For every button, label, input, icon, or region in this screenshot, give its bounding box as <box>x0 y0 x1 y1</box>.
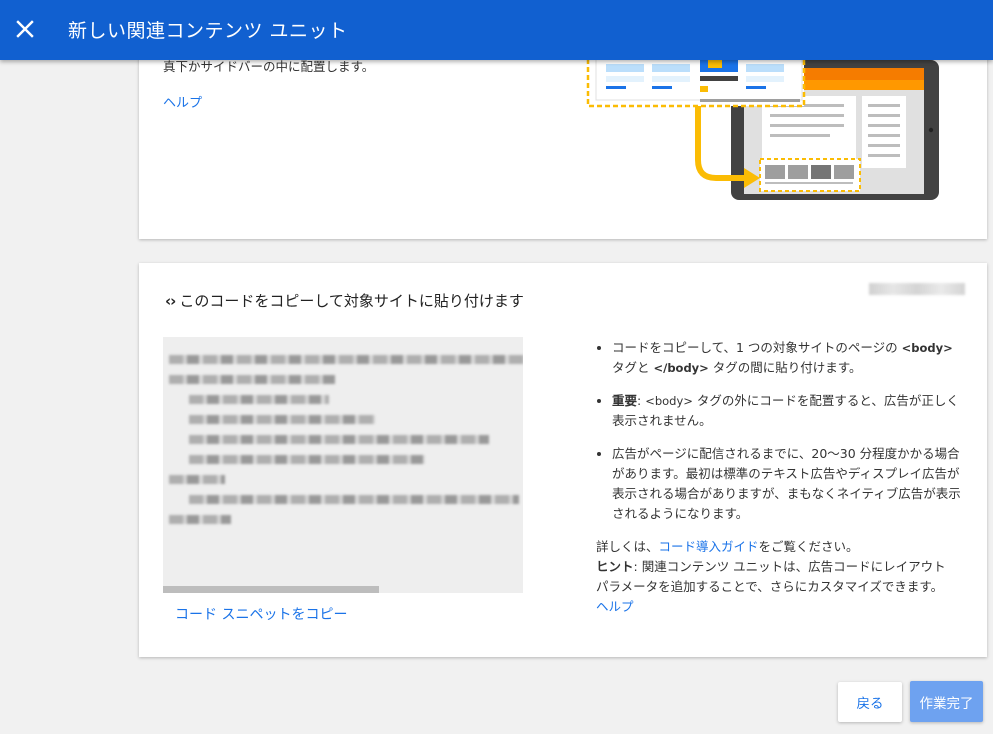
code-line <box>169 515 231 524</box>
instruction-item: 重要: <body> タグの外にコードを配置すると、広告が正しく表示されません。 <box>612 391 962 431</box>
blurred-unit-id <box>869 283 965 295</box>
body-tag: <body> <box>645 394 693 408</box>
code-guide-link[interactable]: コード導入ガイド <box>659 539 759 554</box>
instruction-item: コードをコピーして、1 つの対象サイトのページの <body> タグと </bo… <box>612 338 962 378</box>
code-section-heading: ‹› このコードをコピーして対象サイトに貼り付けます <box>165 290 524 311</box>
code-horizontal-scrollbar[interactable] <box>163 586 379 593</box>
instruction-item: 広告がページに配信されるまでに、20〜30 分程度かかる場合があります。最初は標… <box>612 444 962 524</box>
body-close-tag: </body> <box>653 361 709 375</box>
close-button[interactable] <box>10 14 40 44</box>
instruction-text: : <box>637 393 646 408</box>
details-text: 詳しくは、コード導入ガイドをご覧ください。 ヒント: 関連コンテンツ ユニットは… <box>596 537 962 617</box>
close-icon <box>16 20 34 38</box>
instruction-text: コードをコピーして、1 つの対象サイトのページの <box>612 340 902 355</box>
hint-label: ヒント <box>596 559 634 574</box>
code-line <box>189 455 425 464</box>
page-title: 新しい関連コンテンツ ユニット <box>68 20 348 42</box>
code-section-title: このコードをコピーして対象サイトに貼り付けます <box>179 292 524 310</box>
instruction-text: タグの間に貼り付けます。 <box>708 360 862 375</box>
code-line <box>169 375 335 384</box>
code-line <box>189 415 375 424</box>
important-label: 重要 <box>612 393 638 408</box>
help-link[interactable]: ヘルプ <box>596 599 634 614</box>
help-link[interactable]: ヘルプ <box>163 92 202 111</box>
back-button[interactable]: 戻る <box>838 682 902 722</box>
details-prefix: 詳しくは、 <box>596 539 659 554</box>
code-snippet-box[interactable] <box>163 337 523 593</box>
instructions-list: コードをコピーして、1 つの対象サイトのページの <body> タグと </bo… <box>596 338 962 537</box>
code-line <box>169 475 225 484</box>
code-line <box>189 435 489 444</box>
code-line <box>189 495 519 504</box>
code-line <box>169 355 523 364</box>
code-card: ‹› このコードをコピーして対象サイトに貼り付けます コード スニペットをコピー… <box>139 263 987 657</box>
done-button[interactable]: 作業完了 <box>910 681 983 722</box>
code-icon: ‹› <box>165 291 176 310</box>
instruction-text: 広告がページに配信されるまでに、20〜30 分程度かかる場合があります。最初は標… <box>612 446 961 521</box>
code-line <box>189 395 329 404</box>
body-tag: <body> <box>901 341 953 355</box>
copy-snippet-link[interactable]: コード スニペットをコピー <box>175 604 347 624</box>
hint-text: : 関連コンテンツ ユニットは、広告コードにレイアウト パラメータを追加すること… <box>596 559 946 594</box>
instruction-text: タグと <box>612 360 654 375</box>
app-header: 新しい関連コンテンツ ユニット <box>0 0 993 60</box>
details-suffix: をご覧ください。 <box>758 539 859 554</box>
